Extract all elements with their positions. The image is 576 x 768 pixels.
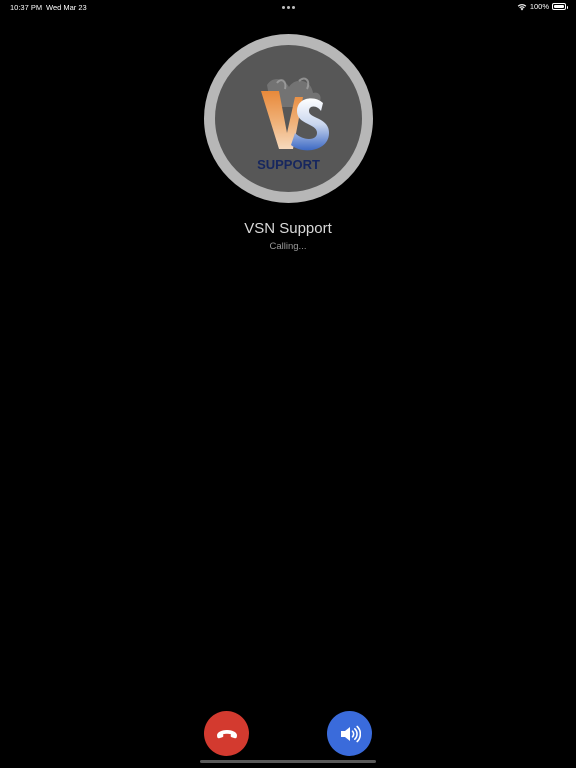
end-call-button[interactable] — [204, 711, 249, 756]
vs-support-logo: SUPPORT — [257, 77, 329, 172]
home-indicator[interactable] — [200, 760, 376, 763]
battery-percent: 100% — [529, 2, 549, 11]
svg-text:SUPPORT: SUPPORT — [257, 157, 320, 172]
status-date: Wed Mar 23 — [46, 3, 87, 12]
speaker-icon — [340, 725, 361, 742]
speaker-button[interactable] — [327, 711, 372, 756]
status-bar: 10:37 PM Wed Mar 23 100% — [0, 0, 576, 14]
call-status: Calling... — [269, 241, 307, 252]
avatar-image: SUPPORT — [215, 45, 362, 192]
wifi-icon — [517, 3, 527, 10]
battery-icon — [552, 3, 568, 10]
caller-avatar: SUPPORT — [204, 34, 373, 203]
phone-hangup-icon — [216, 729, 237, 738]
multitasking-dots-icon[interactable] — [282, 6, 295, 9]
call-screen: 10:37 PM Wed Mar 23 100% SUPPORT VSN Sup… — [0, 0, 576, 768]
status-indicators: 100% — [517, 2, 568, 11]
caller-name: VSN Support — [244, 220, 332, 237]
status-time: 10:37 PM — [10, 3, 43, 12]
